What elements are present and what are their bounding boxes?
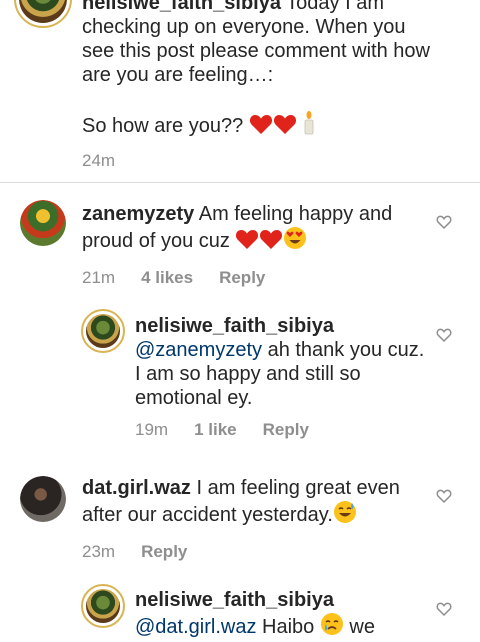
- reply-author-avatar[interactable]: [81, 584, 125, 628]
- caption-divider: [0, 182, 480, 183]
- mention-link[interactable]: @zanemyzety: [135, 339, 262, 361]
- reply-username[interactable]: nelisiwe_faith_sibiya: [135, 589, 334, 611]
- like-heart-icon[interactable]: [436, 601, 452, 617]
- reply-text: Haibo: [256, 616, 315, 638]
- reply-username[interactable]: nelisiwe_faith_sibiya: [135, 315, 334, 337]
- comment-dat-girl-waz: dat.girl.waz I am feeling great even aft…: [82, 476, 422, 562]
- red-heart-icon: [235, 228, 259, 256]
- like-heart-icon[interactable]: [436, 488, 452, 504]
- reply-time: 19m: [135, 420, 169, 439]
- crying-face-icon: [320, 612, 344, 642]
- comment-zanemyzety: zanemyzety Am feeling happy and proud of…: [82, 202, 422, 288]
- comment-username[interactable]: zanemyzety: [82, 203, 194, 225]
- reply-button[interactable]: Reply: [141, 542, 187, 562]
- reply-to-zanemyzety: nelisiwe_faith_sibiya @zanemyzety ah tha…: [135, 314, 425, 440]
- post-author-username[interactable]: nelisiwe_faith_sibiya: [82, 0, 281, 14]
- post-caption: nelisiwe_faith_sibiya Today I am checkin…: [82, 0, 442, 171]
- sweat-smile-icon: [333, 500, 357, 530]
- red-heart-icon: [273, 113, 297, 141]
- like-heart-icon[interactable]: [436, 214, 452, 230]
- reply-button[interactable]: Reply: [219, 268, 265, 288]
- comment-username[interactable]: dat.girl.waz: [82, 477, 191, 499]
- comment-time: 23m: [82, 542, 116, 561]
- post-caption-question: So how are you??: [82, 115, 244, 137]
- reply-text-continued: we: [343, 616, 375, 638]
- reply-likes[interactable]: 1 like: [194, 420, 237, 440]
- heart-eyes-icon: [283, 226, 307, 256]
- comment-time: 21m: [82, 268, 116, 287]
- like-heart-icon[interactable]: [436, 327, 452, 343]
- reply-author-avatar[interactable]: [81, 309, 125, 353]
- red-heart-icon: [249, 113, 273, 141]
- post-author-avatar[interactable]: [14, 0, 72, 28]
- reply-button[interactable]: Reply: [263, 420, 309, 440]
- commenter-avatar[interactable]: [20, 476, 66, 522]
- candle-icon: [302, 111, 316, 141]
- post-caption-time: 24m: [82, 151, 116, 170]
- commenter-avatar[interactable]: [20, 200, 66, 246]
- comment-likes[interactable]: 4 likes: [141, 268, 193, 288]
- red-heart-icon: [259, 228, 283, 256]
- mention-link[interactable]: @dat.girl.waz: [135, 616, 256, 638]
